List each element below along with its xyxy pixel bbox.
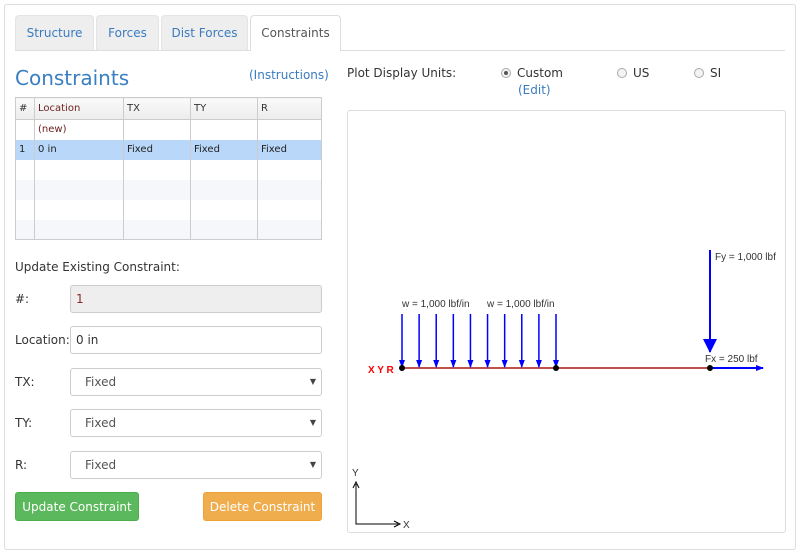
tx-label: TX:	[15, 375, 35, 389]
empty-row	[15, 159, 322, 180]
dist-load-label: w = 1,000 lbf/in	[401, 299, 470, 310]
radio-custom-label: Custom	[517, 66, 563, 80]
fx-label: Fx = 250 lbf	[705, 354, 758, 365]
radio-custom[interactable]: Custom	[501, 66, 563, 80]
page-title: Constraints	[15, 66, 130, 90]
radio-us[interactable]: US	[617, 66, 649, 80]
cell: Fixed	[190, 139, 258, 160]
fy-label: Fy = 1,000 lbf	[715, 252, 776, 263]
cell: Fixed	[257, 139, 322, 160]
table-header: # Location TX TY R	[15, 97, 322, 120]
col-num[interactable]: #	[15, 97, 35, 120]
radio-si-label: SI	[710, 66, 722, 80]
delete-constraint-button[interactable]: Delete Constraint	[203, 492, 322, 521]
constraint-label: X Y R	[368, 365, 395, 376]
empty-row	[15, 199, 322, 220]
table-row[interactable]: 1 0 in Fixed Fixed Fixed	[15, 139, 322, 160]
tab-structure[interactable]: Structure	[15, 15, 94, 50]
instructions-link[interactable]: (Instructions)	[249, 68, 329, 82]
table-row-new[interactable]: (new)	[15, 119, 322, 140]
axis-x-label: X	[403, 520, 410, 531]
r-value: Fixed	[85, 458, 117, 472]
tab-divider	[15, 50, 785, 51]
node	[553, 365, 559, 371]
node	[707, 365, 713, 371]
distributed-load	[399, 314, 559, 368]
num-label: #:	[15, 292, 30, 306]
chevron-down-icon: ▼	[309, 377, 316, 386]
node	[399, 365, 405, 371]
tab-dist-forces[interactable]: Dist Forces	[161, 15, 248, 50]
constraints-table: # Location TX TY R (new) 1 0 in Fixed Fi…	[15, 97, 322, 240]
radio-icon	[617, 68, 627, 78]
empty-row	[15, 179, 322, 200]
r-select[interactable]: Fixed ▼	[70, 451, 322, 479]
radio-si[interactable]: SI	[694, 66, 721, 80]
ty-value: Fixed	[85, 416, 117, 430]
cell	[257, 119, 322, 140]
cell: 1	[15, 139, 35, 160]
ty-select[interactable]: Fixed ▼	[70, 409, 322, 437]
col-location[interactable]: Location	[34, 97, 124, 120]
cell: 0 in	[34, 139, 124, 160]
col-ty[interactable]: TY	[190, 97, 258, 120]
cell	[190, 119, 258, 140]
chevron-down-icon: ▼	[309, 460, 316, 469]
radio-icon	[501, 68, 511, 78]
dist-load-label: w = 1,000 lbf/in	[486, 299, 555, 310]
tx-value: Fixed	[85, 375, 117, 389]
num-field: 1	[70, 285, 322, 313]
radio-icon	[694, 68, 704, 78]
cell	[123, 119, 191, 140]
col-tx[interactable]: TX	[123, 97, 191, 120]
cell	[15, 119, 35, 140]
empty-row	[15, 219, 322, 240]
tx-select[interactable]: Fixed ▼	[70, 368, 322, 396]
location-input[interactable]: 0 in	[70, 326, 322, 354]
ty-label: TY:	[15, 416, 33, 430]
form-heading: Update Existing Constraint:	[15, 260, 180, 274]
units-label: Plot Display Units:	[347, 66, 457, 80]
location-label: Location:	[15, 333, 70, 347]
axes-icon	[355, 484, 398, 525]
structure-plot: w = 1,000 lbf/in w = 1,000 lbf/in Fy = 1…	[347, 110, 786, 533]
update-constraint-button[interactable]: Update Constraint	[15, 492, 139, 521]
radio-us-label: US	[633, 66, 650, 80]
chevron-down-icon: ▼	[309, 418, 316, 427]
cell: Fixed	[123, 139, 191, 160]
col-r[interactable]: R	[257, 97, 322, 120]
tab-forces[interactable]: Forces	[96, 15, 159, 50]
axis-y-label: Y	[352, 468, 359, 479]
r-label: R:	[15, 458, 28, 472]
cell: (new)	[34, 119, 124, 140]
edit-units-link[interactable]: (Edit)	[518, 83, 551, 97]
tab-constraints[interactable]: Constraints	[250, 15, 341, 51]
